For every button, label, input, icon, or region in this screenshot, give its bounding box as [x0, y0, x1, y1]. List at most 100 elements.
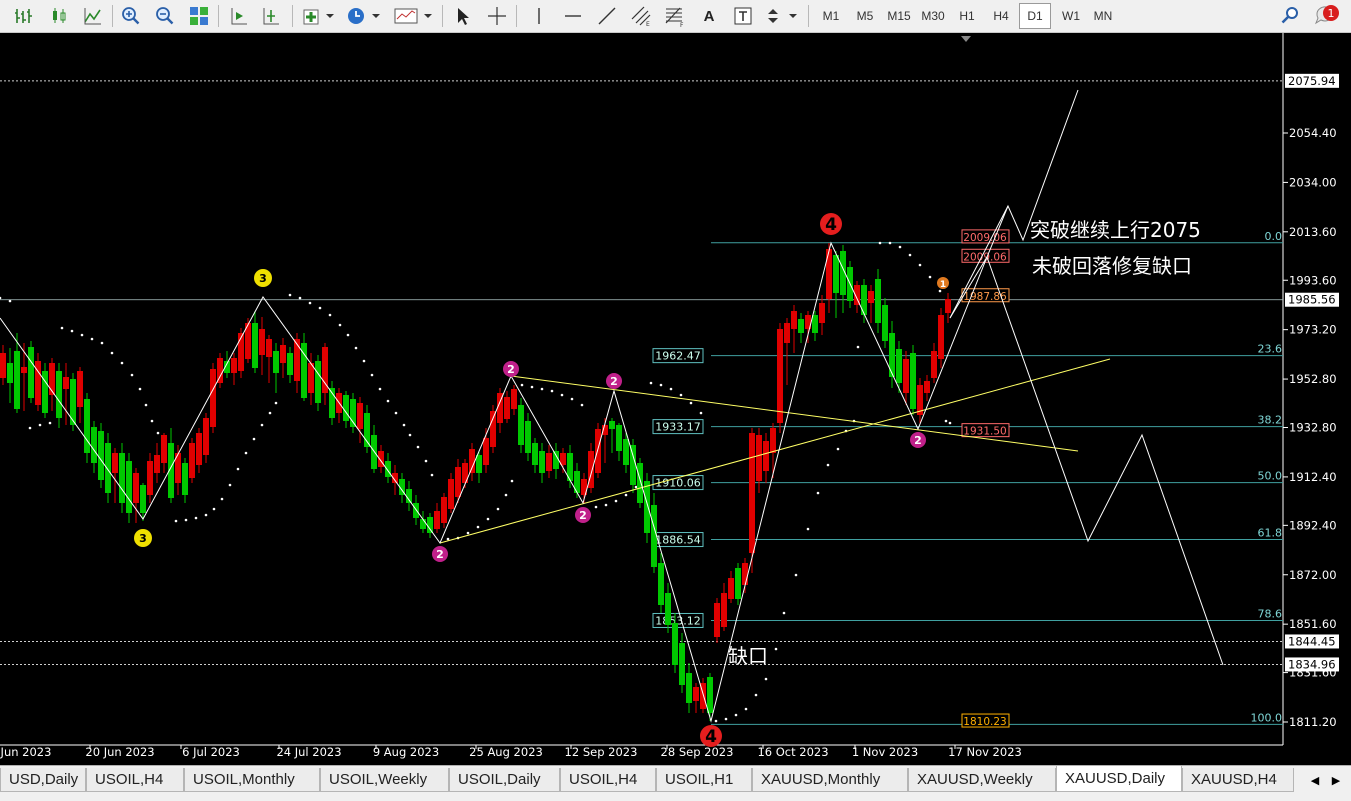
- sar-dot: [90, 337, 94, 341]
- vertical-line-icon[interactable]: [526, 3, 552, 29]
- main-toolbar: E F A M1 M5 M15 M30 H1 H4 D1 W1 MN 1: [0, 0, 1351, 33]
- bar-chart-icon[interactable]: [10, 3, 36, 29]
- chart-shift-icon[interactable]: [258, 3, 284, 29]
- candle-body: [119, 453, 125, 503]
- fib-price-label: 1933.17: [655, 421, 701, 434]
- trendline-icon[interactable]: [594, 3, 620, 29]
- candle-body: [210, 369, 216, 427]
- cursor-icon[interactable]: [450, 3, 476, 29]
- sar-dot: [70, 329, 74, 333]
- timeframe-m5-button[interactable]: M5: [849, 3, 881, 29]
- candle-body: [7, 363, 13, 383]
- chart-tab[interactable]: USOIL,H1: [656, 768, 752, 792]
- timeframe-d1-button[interactable]: D1: [1019, 3, 1051, 29]
- fib-price-label: 1886.54: [655, 534, 701, 547]
- candle-body: [315, 361, 321, 403]
- candle-body: [469, 449, 475, 473]
- sar-dot: [614, 499, 618, 503]
- chart-tab[interactable]: USOIL,Monthly: [184, 768, 320, 792]
- wave-label: 3: [259, 272, 267, 285]
- chart-tab[interactable]: USOIL,H4: [86, 768, 184, 792]
- sar-dot: [826, 463, 830, 467]
- tab-scroll-right-icon[interactable]: ▶: [1326, 770, 1346, 790]
- zoom-out-icon[interactable]: [152, 3, 178, 29]
- sar-dot: [659, 383, 663, 387]
- candle-body: [147, 461, 153, 495]
- sar-dot: [386, 399, 390, 403]
- timeframe-h1-button[interactable]: H1: [951, 3, 983, 29]
- horizontal-line-icon[interactable]: [560, 3, 586, 29]
- candle-body: [308, 363, 314, 393]
- sar-dot: [244, 451, 248, 455]
- auto-scroll-icon[interactable]: [226, 3, 252, 29]
- price-axis-label: 1912.40: [1289, 470, 1337, 484]
- level-price-label: 1931.50: [963, 426, 1006, 438]
- chart-canvas[interactable]: 2054.40 2034.00 2013.60 1993.60 1973.20 1952.…: [0, 33, 1351, 765]
- tab-scroll-left-icon[interactable]: ◀: [1305, 770, 1325, 790]
- chart-tab[interactable]: XAUUSD,Daily: [1056, 766, 1182, 792]
- templates-icon[interactable]: [392, 3, 434, 29]
- date-axis-label: 28 Sep 2023: [661, 745, 734, 759]
- sar-dot: [38, 423, 42, 427]
- sar-dot: [624, 493, 628, 497]
- sar-dot: [184, 518, 188, 522]
- candle-body: [77, 371, 83, 407]
- arrows-icon[interactable]: [764, 3, 802, 29]
- timeframe-m1-button[interactable]: M1: [815, 3, 847, 29]
- zoom-in-icon[interactable]: [118, 3, 144, 29]
- chart-tab[interactable]: XAUUSD,Monthly: [752, 768, 908, 792]
- candle-body: [637, 463, 643, 503]
- sar-dot: [754, 693, 758, 697]
- fib-ratio-label: 100.0: [1251, 711, 1283, 724]
- candle-body: [49, 363, 55, 395]
- candle-body: [483, 438, 489, 465]
- periods-icon[interactable]: [344, 3, 384, 29]
- chart-tab[interactable]: USD,Daily: [0, 768, 86, 792]
- candle-body: [273, 351, 279, 373]
- price-tag: 2075.94: [1288, 74, 1336, 88]
- tile-windows-icon[interactable]: [186, 3, 212, 29]
- fib-ratio-label: 23.6: [1258, 343, 1283, 356]
- text-label-icon[interactable]: [730, 3, 756, 29]
- candle-body: [28, 347, 34, 398]
- chart-tab[interactable]: XAUUSD,Weekly: [908, 768, 1056, 792]
- candle-body: [133, 473, 139, 503]
- timeframe-mn-button[interactable]: MN: [1087, 3, 1119, 29]
- chart-tab[interactable]: XAUUSD,H4: [1182, 768, 1294, 792]
- chart-tab[interactable]: USOIL,Weekly: [320, 768, 449, 792]
- sar-dot: [274, 401, 278, 405]
- notifications-icon[interactable]: 1: [1312, 3, 1344, 29]
- indicators-icon[interactable]: [300, 3, 336, 29]
- timeframe-w1-button[interactable]: W1: [1055, 3, 1087, 29]
- sar-dot: [430, 473, 434, 477]
- price-chart[interactable]: 2054.40 2034.00 2013.60 1993.60 1973.20 1952.…: [0, 33, 1351, 765]
- chart-tabs-bar: USD,Daily USOIL,H4 USOIL,Monthly USOIL,Week…: [0, 765, 1351, 801]
- svg-text:F: F: [680, 22, 684, 27]
- timeframe-m30-button[interactable]: M30: [917, 3, 949, 29]
- candle-body: [98, 431, 104, 480]
- timeframe-m15-button[interactable]: M15: [883, 3, 915, 29]
- date-axis-label: 6 Jul 2023: [182, 745, 240, 759]
- candlestick-icon[interactable]: [46, 3, 72, 29]
- candle-body: [357, 403, 363, 429]
- equidistant-channel-icon[interactable]: E: [628, 3, 654, 29]
- sar-dot: [298, 296, 302, 300]
- date-axis-label: 25 Aug 2023: [469, 745, 543, 759]
- chart-tab[interactable]: USOIL,H4: [560, 768, 656, 792]
- fibonacci-icon[interactable]: F: [662, 3, 688, 29]
- text-icon[interactable]: A: [696, 3, 722, 29]
- timeframe-h4-button[interactable]: H4: [985, 3, 1017, 29]
- sar-dot: [669, 387, 673, 391]
- crosshair-icon[interactable]: [484, 3, 510, 29]
- candle-body: [784, 323, 790, 343]
- chart-tab[interactable]: USOIL,Daily: [449, 768, 560, 792]
- sar-dot: [394, 411, 398, 415]
- candle-body: [546, 453, 552, 471]
- candle-body: [539, 451, 545, 473]
- sar-dot: [634, 485, 638, 489]
- candle-body: [889, 333, 895, 377]
- search-icon[interactable]: [1278, 3, 1302, 29]
- date-axis-label: Jun 2023: [0, 745, 51, 759]
- line-chart-icon[interactable]: [80, 3, 106, 29]
- price-axis-label: 1973.20: [1289, 323, 1337, 337]
